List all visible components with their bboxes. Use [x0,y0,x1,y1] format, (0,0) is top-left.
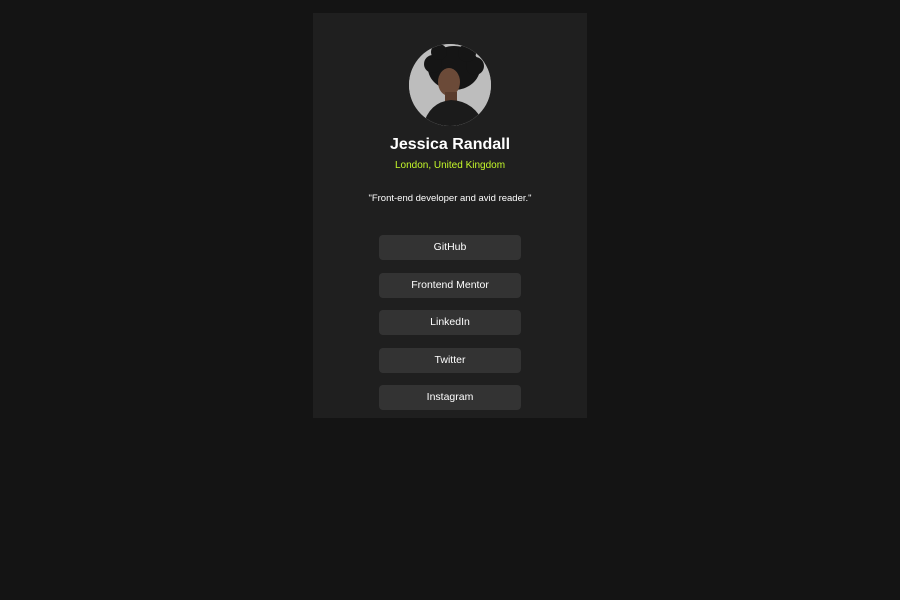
linkedin-link-button[interactable]: LinkedIn [379,310,521,335]
github-link-button[interactable]: GitHub [379,235,521,260]
profile-location: London, United Kingdom [394,160,506,171]
profile-photo [409,44,491,126]
avatar [409,44,491,126]
profile-bio: "Front-end developer and avid reader." [368,193,532,204]
twitter-link-button[interactable]: Twitter [379,347,521,373]
social-links: GitHub Frontend Mentor LinkedIn Twitter … [379,235,521,423]
instagram-link-button[interactable]: Instagram [379,385,521,410]
frontend-mentor-link-button[interactable]: Frontend Mentor [379,272,521,298]
profile-card: Jessica Randall London, United Kingdom "… [313,13,587,418]
profile-name: Jessica Randall [389,136,511,153]
